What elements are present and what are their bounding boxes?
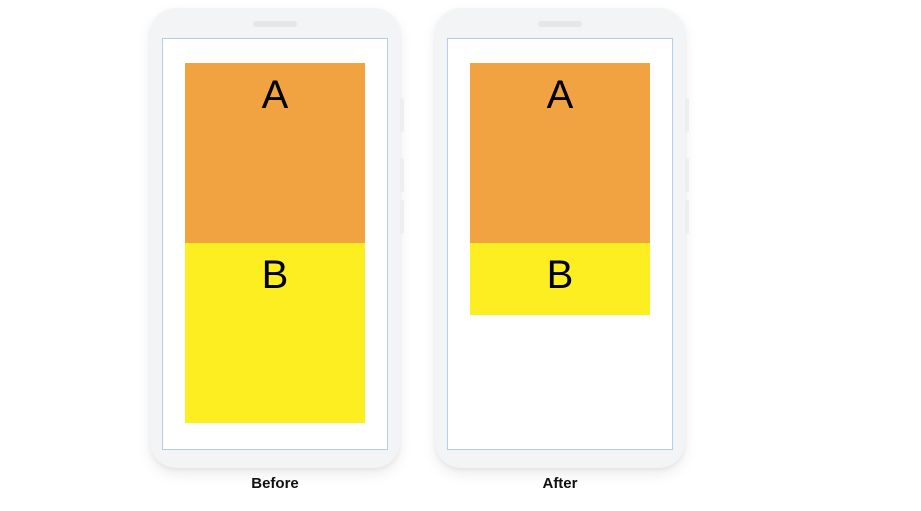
phone-speaker [538, 21, 582, 27]
block-a-before: A [185, 63, 365, 243]
phone-volume-up [685, 158, 689, 192]
caption-before: Before [150, 475, 400, 492]
caption-after: After [435, 475, 685, 492]
phone-mockup-before: A B [150, 8, 400, 468]
phone-power-button [685, 98, 689, 132]
block-a-after: A [470, 63, 650, 243]
phone-mockup-after: A B [435, 8, 685, 468]
block-b-after: B [470, 243, 650, 315]
phone-screen-after: A B [447, 38, 673, 450]
diagram-stage: A B Before A B After [0, 0, 921, 511]
phone-volume-up [400, 158, 404, 192]
phone-volume-down [685, 200, 689, 234]
phone-speaker [253, 21, 297, 27]
phone-power-button [400, 98, 404, 132]
block-b-before: B [185, 243, 365, 423]
phone-volume-down [400, 200, 404, 234]
phone-screen-before: A B [162, 38, 388, 450]
